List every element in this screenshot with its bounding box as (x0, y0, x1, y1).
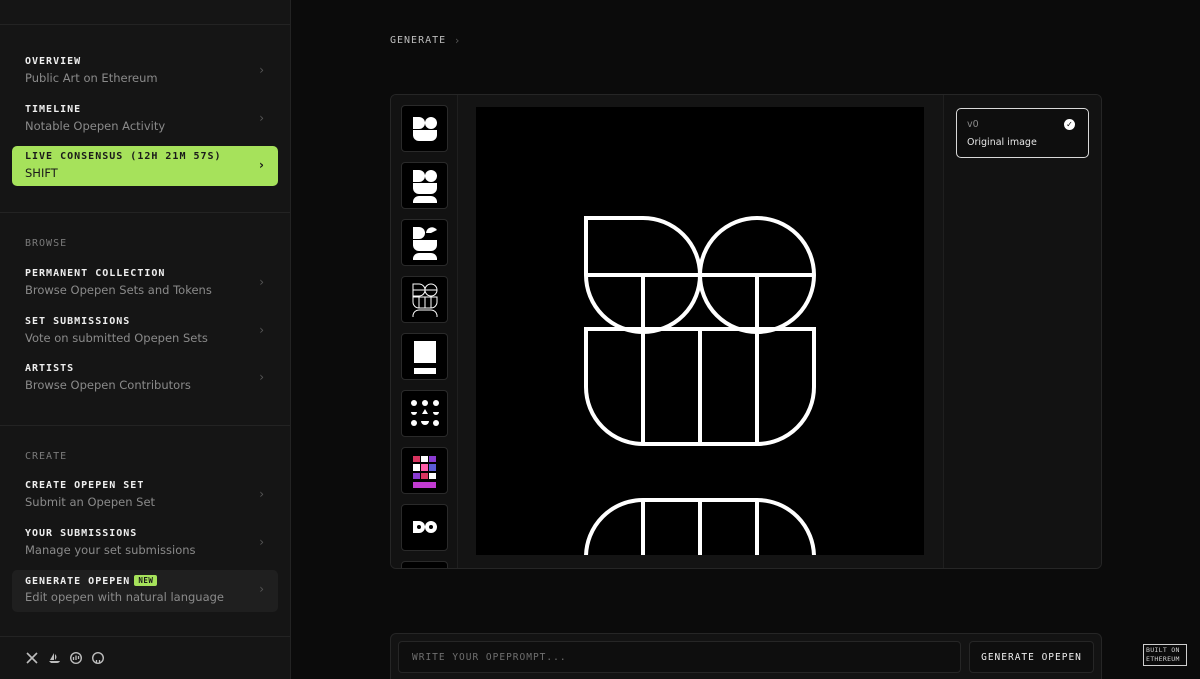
chevron-right-icon: › (259, 487, 264, 501)
nav-live-consensus[interactable]: LIVE CONSENSUS (12H 21M 57S) SHIFT › (12, 146, 278, 186)
chevron-right-icon: › (455, 34, 460, 47)
nav-title: PERMANENT COLLECTION (25, 268, 166, 279)
nav-subtitle: Notable Opepen Activity (25, 119, 166, 133)
github-icon[interactable] (91, 651, 105, 665)
opepen-preview (476, 107, 924, 555)
chevron-right-icon: › (259, 63, 264, 77)
nav-artists[interactable]: ARTISTS Browse Opepen Contributors › (12, 358, 278, 398)
thumbnail[interactable] (401, 276, 448, 323)
badge-line: BUILT ON (1146, 646, 1180, 654)
etherscan-icon[interactable] (69, 651, 83, 665)
section-label-create: CREATE (25, 451, 68, 462)
nav-title: LIVE CONSENSUS (12H 21M 57S) (25, 151, 222, 162)
version-id: v0 (967, 119, 979, 130)
chevron-right-icon: › (259, 275, 264, 289)
version-card[interactable]: v0 Original image ✓ (956, 108, 1089, 158)
nav-title: GENERATE OPEPEN NEW (25, 575, 158, 587)
sidebar: OVERVIEW Public Art on Ethereum › TIMELI… (0, 0, 291, 679)
chevron-right-icon: › (259, 582, 264, 596)
nav-generate-opepen[interactable]: GENERATE OPEPEN NEW Edit opepen with natu… (12, 570, 278, 612)
thumbnail-list[interactable] (391, 95, 458, 568)
nav-subtitle: Browse Opepen Contributors (25, 378, 191, 392)
preview-area (458, 95, 943, 568)
nav-overview[interactable]: OVERVIEW Public Art on Ethereum › (12, 51, 278, 91)
prompt-bar: GENERATE OPEPEN (390, 633, 1102, 679)
chevron-right-icon: › (259, 323, 264, 337)
nav-subtitle: Browse Opepen Sets and Tokens (25, 283, 212, 297)
chevron-right-icon: › (259, 370, 264, 384)
thumbnail[interactable] (401, 162, 448, 209)
prompt-input[interactable] (398, 641, 961, 673)
nav-subtitle: Edit opepen with natural language (25, 590, 225, 604)
nav-timeline[interactable]: TIMELINE Notable Opepen Activity › (12, 99, 278, 139)
nav-subtitle: Manage your set submissions (25, 543, 196, 557)
divider (0, 425, 291, 426)
nav-permanent-collection[interactable]: PERMANENT COLLECTION Browse Opepen Sets … (12, 263, 278, 303)
thumbnail[interactable] (401, 219, 448, 266)
chevron-right-icon: › (259, 158, 264, 172)
new-badge: NEW (134, 575, 158, 586)
nav-subtitle: Vote on submitted Opepen Sets (25, 331, 208, 345)
thumbnail[interactable] (401, 504, 448, 551)
version-list: v0 Original image ✓ (943, 95, 1101, 568)
nav-your-submissions[interactable]: YOUR SUBMISSIONS Manage your set submiss… (12, 523, 278, 563)
thumbnail[interactable] (401, 447, 448, 494)
thumbnail[interactable] (401, 561, 448, 568)
built-on-ethereum-badge[interactable]: BUILT ON ETHEREUM (1143, 644, 1187, 666)
nav-subtitle: Public Art on Ethereum (25, 71, 158, 85)
nav-subtitle: Submit an Opepen Set (25, 495, 156, 509)
chevron-right-icon: › (259, 535, 264, 549)
nav-title: ARTISTS (25, 363, 75, 374)
thumbnail[interactable] (401, 390, 448, 437)
nav-create-opepen-set[interactable]: CREATE OPEPEN SET Submit an Opepen Set › (12, 475, 278, 515)
thumbnail[interactable] (401, 333, 448, 380)
generator-panel: v0 Original image ✓ (390, 94, 1102, 569)
thumbnail[interactable] (401, 105, 448, 152)
divider (0, 212, 291, 213)
divider (0, 636, 291, 637)
opensea-icon[interactable] (47, 651, 61, 665)
check-icon: ✓ (1064, 119, 1075, 130)
nav-set-submissions[interactable]: SET SUBMISSIONS Vote on submitted Opepen… (12, 311, 278, 351)
nav-title-text: GENERATE OPEPEN (25, 576, 131, 587)
nav-title: TIMELINE (25, 104, 82, 115)
section-label-browse: BROWSE (25, 238, 68, 249)
divider (0, 24, 291, 25)
nav-title: OVERVIEW (25, 56, 82, 67)
generate-opepen-button[interactable]: GENERATE OPEPEN (969, 641, 1094, 673)
social-links (25, 651, 105, 665)
x-icon[interactable] (25, 651, 39, 665)
nav-title: CREATE OPEPEN SET (25, 480, 145, 491)
nav-subtitle: SHIFT (25, 166, 58, 180)
breadcrumb[interactable]: GENERATE (390, 35, 446, 46)
nav-title: YOUR SUBMISSIONS (25, 528, 138, 539)
version-label: Original image (967, 137, 1037, 148)
badge-line: ETHEREUM (1146, 655, 1180, 663)
chevron-right-icon: › (259, 111, 264, 125)
nav-title: SET SUBMISSIONS (25, 316, 131, 327)
